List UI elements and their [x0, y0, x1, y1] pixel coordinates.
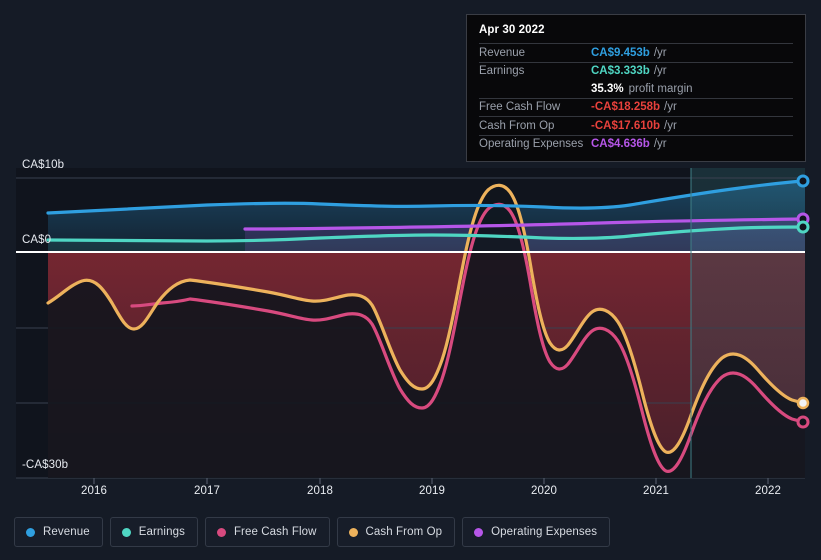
tooltip-row-operating-expenses: Operating Expenses CA$4.636b /yr [479, 134, 793, 154]
legend-label-cash-from-op: Cash From Op [365, 526, 443, 538]
tooltip-unit-free-cash-flow: /yr [664, 101, 677, 114]
tooltip-value-earnings: CA$3.333b [591, 65, 650, 78]
tooltip-row-cash-from-op: Cash From Op -CA$17.610b /yr [479, 116, 793, 135]
tooltip-label-free-cash-flow: Free Cash Flow [479, 101, 561, 114]
endpoint-free-cash-flow [796, 415, 810, 429]
x-axis-label-2022: 2022 [755, 485, 781, 497]
tooltip-label-revenue: Revenue [479, 46, 526, 59]
y-axis-label-top: CA$10b [22, 159, 65, 171]
tooltip-value-cash-from-op: -CA$17.610b [591, 119, 661, 132]
legend-dot-revenue [26, 527, 35, 537]
tooltip-unit-operating-expenses: /yr [653, 138, 667, 151]
tooltip-row-earnings: Earnings CA$3.333b /yr [479, 61, 793, 81]
x-axis-label-2016: 2016 [81, 485, 107, 497]
legend-item-earnings[interactable]: Earnings [109, 517, 198, 547]
legend-label-free-cash-flow: Free Cash Flow [233, 526, 317, 538]
tooltip-row-free-cash-flow: Free Cash Flow -CA$18.258b /yr [479, 97, 793, 117]
tooltip-unit-revenue: /yr [653, 46, 667, 59]
legend-item-free-cash-flow[interactable]: Free Cash Flow [204, 517, 330, 547]
tooltip-value-profit-margin: 35.3% [591, 82, 624, 95]
x-axis-label-2019: 2019 [419, 485, 445, 497]
financial-chart: CA$10b CA$0 -CA$30b 2016 2017 2018 2019 … [0, 0, 821, 560]
legend-item-revenue[interactable]: Revenue [14, 517, 103, 547]
endpoint-revenue [796, 174, 810, 188]
x-tick-marks [93, 478, 769, 484]
tooltip-value-free-cash-flow: -CA$18.258b [591, 101, 661, 114]
x-axis-label-2020: 2020 [531, 485, 557, 497]
tooltip-unit-earnings: /yr [653, 65, 667, 78]
legend-label-earnings: Earnings [138, 526, 185, 538]
tooltip-unit-cash-from-op: /yr [664, 119, 677, 132]
x-axis-label-2021: 2021 [643, 485, 669, 497]
tooltip-unit-profit-margin: profit margin [628, 82, 693, 95]
tooltip-label-cash-from-op: Cash From Op [479, 119, 555, 132]
legend-item-cash-from-op[interactable]: Cash From Op [336, 517, 456, 547]
tooltip-row-revenue: Revenue CA$9.453b /yr [479, 43, 793, 62]
tooltip-date: Apr 30 2022 [479, 24, 545, 36]
x-axis-label-2018: 2018 [307, 485, 333, 497]
legend-label-revenue: Revenue [43, 526, 90, 538]
tooltip-label-operating-expenses: Operating Expenses [479, 138, 584, 151]
tooltip-label-earnings: Earnings [479, 65, 525, 78]
tooltip-value-revenue: CA$9.453b [591, 46, 650, 59]
y-axis-label-zero: CA$0 [22, 234, 52, 246]
legend-label-operating-expenses: Operating Expenses [491, 526, 598, 538]
tooltip-row-profit-margin: 35.3% profit margin [479, 80, 793, 98]
endpoint-cash-from-op [796, 396, 810, 410]
chart-legend: Revenue Earnings Free Cash Flow Cash Fro… [14, 517, 611, 547]
tooltip-value-operating-expenses: CA$4.636b [591, 138, 650, 151]
y-axis-label-bottom: -CA$30b [22, 459, 69, 471]
legend-item-operating-expenses[interactable]: Operating Expenses [462, 517, 611, 547]
legend-dot-earnings [121, 527, 131, 537]
legend-dot-operating-expenses [474, 527, 484, 537]
x-axis-label-2017: 2017 [194, 485, 220, 497]
endpoint-earnings [796, 220, 810, 234]
legend-dot-free-cash-flow [216, 527, 226, 537]
legend-dot-cash-from-op [348, 527, 358, 537]
chart-tooltip: Apr 30 2022 Revenue CA$9.453b /yr Earnin… [466, 14, 806, 162]
